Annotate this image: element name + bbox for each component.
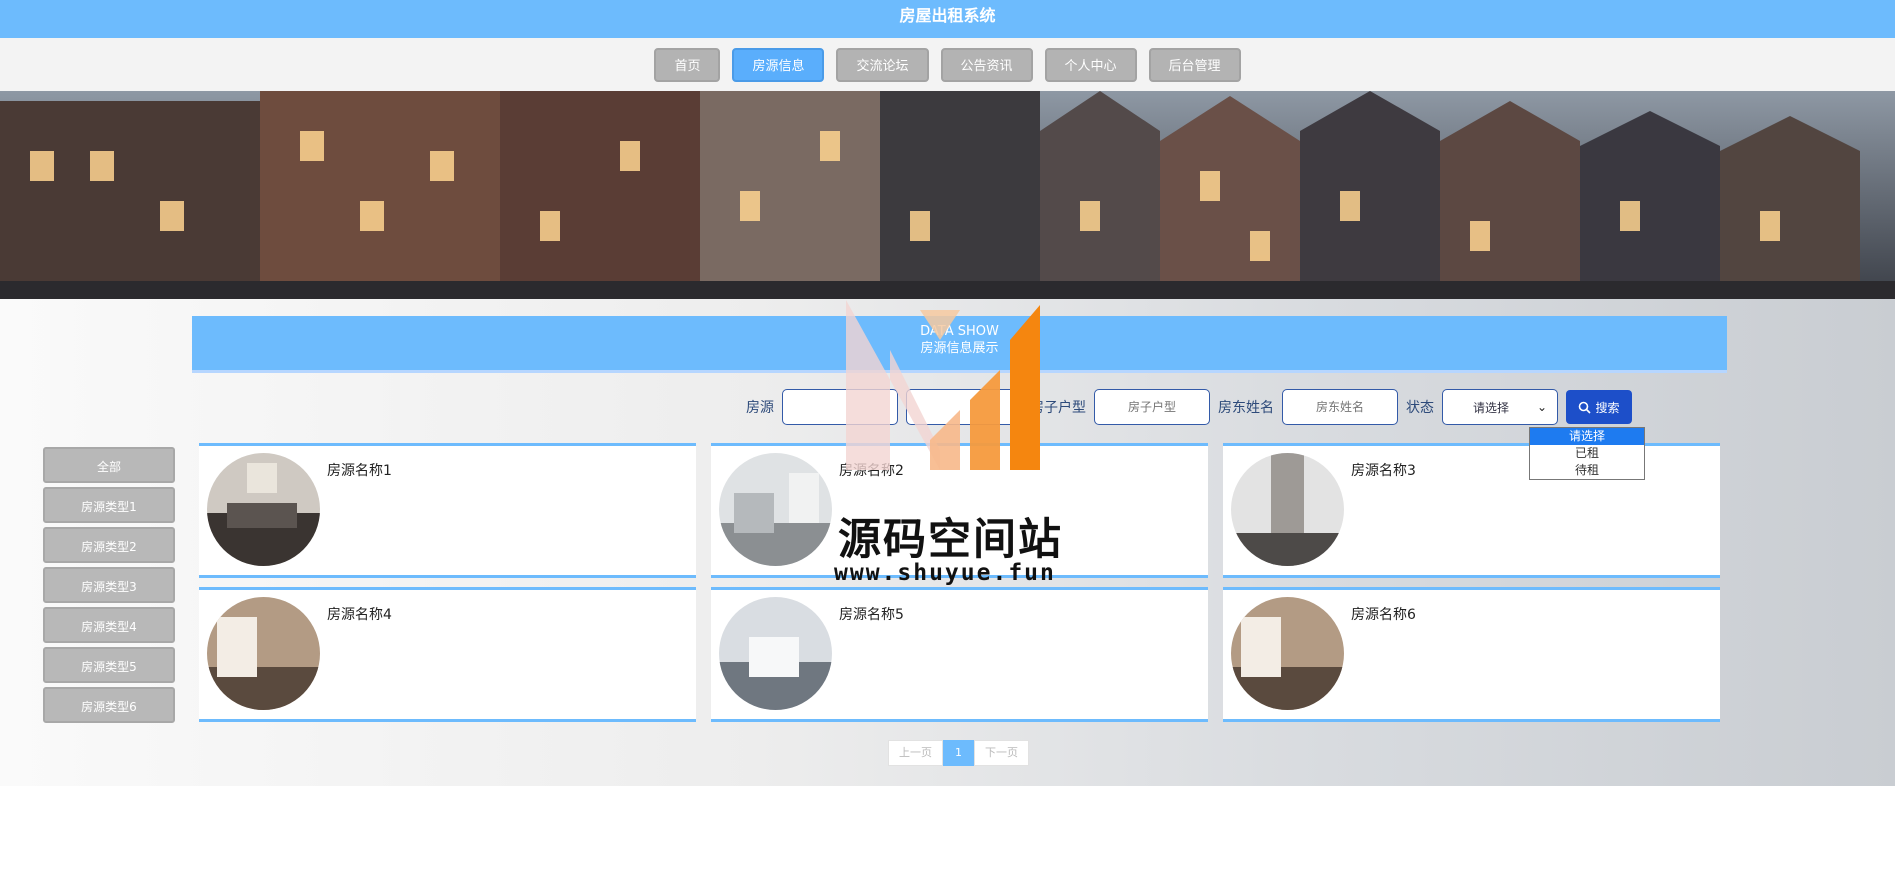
status-select-value: 请选择 xyxy=(1473,400,1510,415)
category-sidebar: 全部 房源类型1 房源类型2 房源类型3 房源类型4 房源类型5 房源类型6 xyxy=(43,447,175,727)
listing-photo[interactable] xyxy=(207,453,320,566)
listing-name[interactable]: 房源名称4 xyxy=(327,604,392,624)
sidebar-item-type2[interactable]: 房源类型2 xyxy=(43,527,175,563)
page-number-button[interactable]: 1 xyxy=(943,740,974,766)
nav-listings[interactable]: 房源信息 xyxy=(732,47,825,82)
sidebar-item-type3[interactable]: 房源类型3 xyxy=(43,567,175,603)
status-option[interactable]: 已租 xyxy=(1530,445,1644,462)
listing-photo[interactable] xyxy=(207,597,320,710)
pagination: 上一页 1 下一页 xyxy=(888,740,1029,766)
watermark-text-cn: 源码空间站 xyxy=(838,515,1063,565)
status-dropdown: 请选择 已租 待租 xyxy=(1529,427,1645,480)
prev-page-button[interactable]: 上一页 xyxy=(888,740,943,766)
search-button[interactable]: 搜索 xyxy=(1566,390,1632,424)
listing-card[interactable]: 房源名称3 xyxy=(1223,443,1720,578)
listing-name[interactable]: 房源名称3 xyxy=(1351,460,1416,480)
main-nav: 首页 房源信息 交流论坛 公告资讯 个人中心 后台管理 xyxy=(0,38,1895,91)
sidebar-item-type5[interactable]: 房源类型5 xyxy=(43,647,175,683)
listing-card[interactable]: 房源名称4 xyxy=(199,587,696,722)
landlord-label: 房东姓名 xyxy=(1218,400,1274,416)
watermark-text-url: www.shuyue.fun xyxy=(834,560,1056,586)
listing-name[interactable]: 房源名称6 xyxy=(1351,604,1416,624)
banner-image xyxy=(0,91,1895,299)
nav-personal-center[interactable]: 个人中心 xyxy=(1044,47,1137,82)
chevron-down-icon: ⌄ xyxy=(1536,400,1547,414)
nav-home[interactable]: 首页 xyxy=(654,47,721,82)
nav-forum[interactable]: 交流论坛 xyxy=(836,47,929,82)
sidebar-item-type4[interactable]: 房源类型4 xyxy=(43,607,175,643)
sidebar-item-all[interactable]: 全部 xyxy=(43,447,175,483)
landlord-input[interactable] xyxy=(1282,389,1398,425)
listing-name[interactable]: 房源名称1 xyxy=(327,460,392,480)
listing-name[interactable]: 房源名称5 xyxy=(839,604,904,624)
banner-houses-illustration xyxy=(0,91,1895,299)
status-label: 状态 xyxy=(1406,400,1434,416)
huxing-input[interactable] xyxy=(1094,389,1210,425)
listing-photo[interactable] xyxy=(1231,597,1344,710)
name-label: 房源 xyxy=(746,400,774,416)
listing-photo[interactable] xyxy=(719,453,832,566)
listing-photo[interactable] xyxy=(719,597,832,710)
status-option[interactable]: 请选择 xyxy=(1530,428,1644,445)
listing-card[interactable]: 房源名称6 xyxy=(1223,587,1720,722)
nav-admin[interactable]: 后台管理 xyxy=(1148,47,1241,82)
search-button-label: 搜索 xyxy=(1595,400,1620,415)
status-option[interactable]: 待租 xyxy=(1530,462,1644,479)
listing-photo[interactable] xyxy=(1231,453,1344,566)
next-page-button[interactable]: 下一页 xyxy=(974,740,1029,766)
listing-card[interactable]: 房源名称1 xyxy=(199,443,696,578)
search-icon xyxy=(1579,401,1592,414)
app-title: 房屋出租系统 xyxy=(899,6,996,25)
nav-announcements[interactable]: 公告资讯 xyxy=(940,47,1033,82)
status-select[interactable]: 请选择 ⌄ xyxy=(1442,389,1558,425)
sidebar-item-type1[interactable]: 房源类型1 xyxy=(43,487,175,523)
app-title-bar: 房屋出租系统 xyxy=(0,0,1895,38)
sidebar-item-type6[interactable]: 房源类型6 xyxy=(43,687,175,723)
listing-card[interactable]: 房源名称5 xyxy=(711,587,1208,722)
